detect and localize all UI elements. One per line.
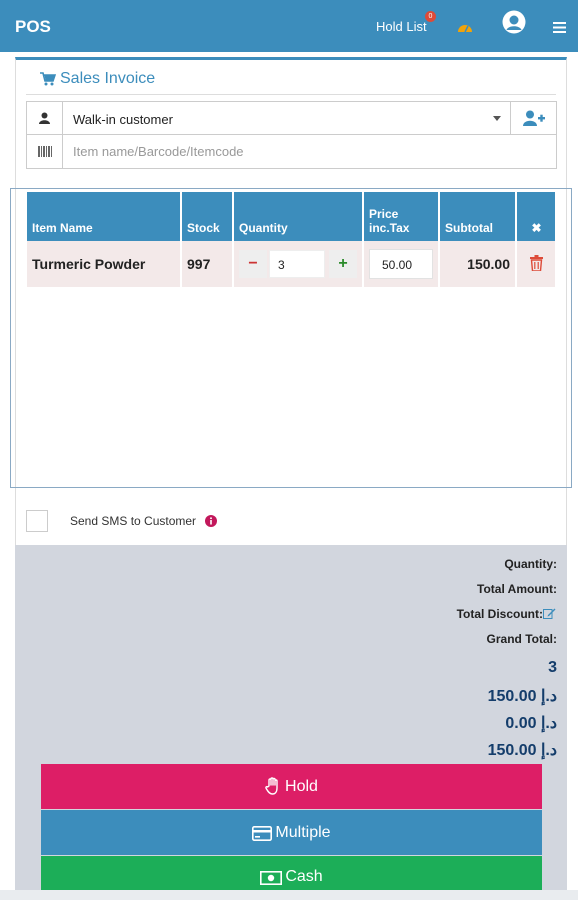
subtotal-cell: 150.00 (439, 241, 517, 287)
col-quantity: Quantity (233, 192, 364, 241)
col-price-line2: inc.Tax (369, 221, 410, 235)
total-discount-label: Total Discount: (456, 607, 543, 621)
info-icon[interactable] (205, 514, 217, 532)
col-item-name: Item Name (27, 192, 182, 241)
col-remove: ✖ (516, 192, 555, 241)
quantity-plus-button[interactable]: + (329, 250, 357, 278)
title-divider (26, 94, 556, 95)
hold-button[interactable]: Hold (41, 764, 542, 809)
quantity-minus-button[interactable]: − (239, 250, 267, 278)
items-table: Item Name Stock Quantity Price inc.Tax Su… (27, 192, 555, 287)
quantity-stepper: − 3 + (239, 249, 357, 279)
stock-cell: 997 (181, 241, 234, 287)
item-search-group (26, 135, 557, 169)
total-amount-value: 150.00 د.إ (487, 688, 557, 705)
quantity-input[interactable]: 3 (269, 250, 325, 278)
remove-cell (516, 241, 555, 287)
bottom-strip (0, 890, 578, 900)
sms-label: Send SMS to Customer (70, 514, 197, 528)
col-stock: Stock (181, 192, 234, 241)
brand-logo[interactable]: POS (15, 17, 51, 37)
multiple-button[interactable]: Multiple (41, 810, 542, 855)
item-search-input[interactable] (63, 135, 556, 168)
credit-card-icon (252, 826, 273, 841)
dashboard-icon[interactable] (457, 20, 473, 38)
col-price-line1: Price (369, 207, 399, 221)
col-subtotal: Subtotal (439, 192, 517, 241)
hold-list-link[interactable]: Hold List (376, 19, 427, 34)
trash-icon[interactable] (529, 254, 543, 272)
quantity-value: 3 (548, 659, 557, 676)
item-name-cell: Turmeric Powder (27, 241, 182, 287)
top-navbar: POS Hold List 0 (0, 0, 578, 52)
col-price: Price inc.Tax (363, 192, 440, 241)
cart-icon (40, 72, 57, 91)
edit-discount-icon[interactable] (543, 606, 556, 624)
table-header-row: Item Name Stock Quantity Price inc.Tax Su… (27, 192, 555, 241)
grand-total-label: Grand Total: (486, 632, 557, 646)
cash-button-label: Cash (285, 868, 323, 885)
cash-button[interactable]: Cash (41, 856, 542, 890)
person-icon (39, 112, 50, 124)
add-user-icon (523, 110, 545, 126)
chevron-down-icon[interactable] (493, 116, 501, 121)
quantity-cell: − 3 + (233, 241, 364, 287)
hold-button-label: Hold (285, 778, 318, 795)
hold-count-badge: 0 (425, 11, 436, 22)
hand-icon (265, 777, 278, 795)
sms-checkbox[interactable] (26, 510, 48, 532)
quantity-label: Quantity: (504, 557, 557, 571)
customer-select-group: Walk-in customer (26, 101, 557, 135)
total-discount-value: 0.00 د.إ (505, 715, 557, 732)
price-cell: 50.00 (363, 241, 440, 287)
hamburger-icon[interactable] (553, 20, 566, 38)
barcode-addon (27, 135, 63, 168)
multiple-button-label: Multiple (275, 824, 331, 841)
total-amount-label: Total Amount: (477, 582, 557, 596)
barcode-icon (38, 146, 52, 157)
add-customer-button[interactable] (510, 102, 556, 134)
invoice-title: Sales Invoice (40, 70, 155, 88)
table-row: Turmeric Powder 997 − 3 + 50.00 150.00 (27, 241, 555, 287)
customer-addon (27, 102, 63, 134)
customer-select[interactable]: Walk-in customer (63, 102, 510, 134)
invoice-title-text: Sales Invoice (60, 70, 156, 87)
user-avatar-icon[interactable] (502, 10, 526, 39)
items-table-container: Item Name Stock Quantity Price inc.Tax Su… (10, 188, 572, 488)
price-input[interactable]: 50.00 (369, 249, 433, 279)
money-icon (260, 871, 283, 885)
grand-total-value: 150.00 د.إ (487, 742, 557, 759)
